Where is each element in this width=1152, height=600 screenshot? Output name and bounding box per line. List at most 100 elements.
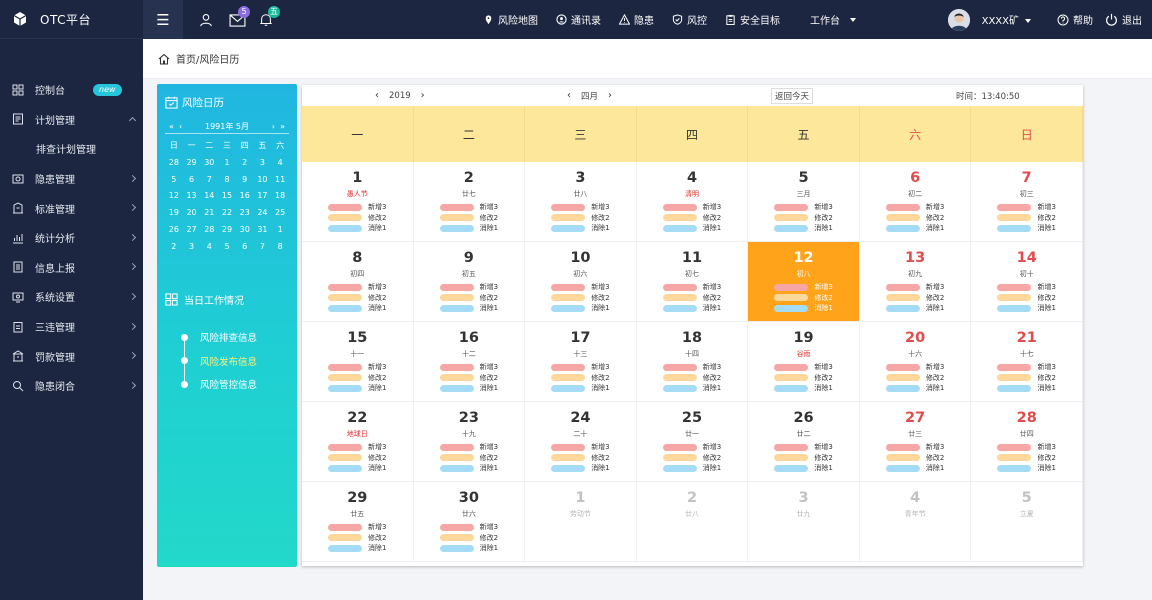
risk-tag[interactable]: 消除1 <box>551 223 610 234</box>
sidebar-item-9[interactable]: 罚款管理 <box>0 341 143 371</box>
risk-tag[interactable]: 修改2 <box>662 373 721 384</box>
calendar-day[interactable]: 5 三月 新增3 修改2 消除1 <box>748 162 860 242</box>
calendar-day[interactable]: 1 劳动节 <box>525 482 637 562</box>
sidebar-item-8[interactable]: 三违管理 <box>0 312 143 342</box>
risk-tag[interactable]: 消除1 <box>551 463 610 474</box>
risk-tag[interactable]: 消除1 <box>662 463 721 474</box>
mini-day[interactable]: 29 <box>218 222 236 239</box>
calendar-day[interactable]: 21 十七 新增3 修改2 消除1 <box>971 322 1083 402</box>
calendar-day[interactable]: 2 廿八 <box>636 482 749 562</box>
menu-workbench[interactable]: 工作台 <box>810 12 856 27</box>
risk-tag[interactable]: 新增3 <box>328 202 387 213</box>
logout-button[interactable]: 退出 <box>1105 12 1142 27</box>
risk-tag[interactable]: 修改2 <box>551 453 610 464</box>
risk-tag[interactable]: 消除1 <box>328 543 387 554</box>
risk-tag[interactable]: 新增3 <box>885 362 944 373</box>
risk-tag[interactable]: 消除1 <box>439 463 498 474</box>
next-month-icon[interactable]: › <box>608 90 612 101</box>
mini-day[interactable]: 27 <box>183 222 201 239</box>
risk-tag[interactable]: 新增3 <box>885 202 944 213</box>
risk-tag[interactable]: 修改2 <box>439 293 498 304</box>
sidebar-item-0[interactable]: 控制台 new <box>0 75 143 105</box>
risk-tag[interactable]: 新增3 <box>439 202 498 213</box>
calendar-day[interactable]: 4 清明 新增3 修改2 消除1 <box>636 162 749 242</box>
sidebar-item-3[interactable]: 隐患管理 <box>0 164 143 194</box>
mini-day[interactable]: 18 <box>271 188 289 205</box>
risk-tag[interactable]: 消除1 <box>885 223 944 234</box>
calendar-day[interactable]: 6 初二 新增3 修改2 消除1 <box>859 162 972 242</box>
risk-tag[interactable]: 消除1 <box>328 383 387 394</box>
calendar-day[interactable]: 4 青年节 <box>859 482 972 562</box>
calendar-day[interactable]: 26 廿二 新增3 修改2 消除1 <box>748 402 860 482</box>
calendar-day[interactable]: 1 愚人节 新增3 修改2 消除1 <box>302 162 414 242</box>
risk-tag[interactable]: 新增3 <box>551 442 610 453</box>
calendar-day[interactable]: 7 初三 新增3 修改2 消除1 <box>971 162 1083 242</box>
sidebar-item-7[interactable]: 系统设置 <box>0 282 143 312</box>
mini-day[interactable]: 19 <box>165 205 183 222</box>
menu-hazard[interactable]: 隐患 <box>619 12 654 27</box>
calendar-day[interactable]: 14 初十 新增3 修改2 消除1 <box>971 242 1083 322</box>
mini-day[interactable]: 12 <box>165 188 183 205</box>
calendar-day[interactable]: 11 初七 新增3 修改2 消除1 <box>636 242 749 322</box>
calendar-day[interactable]: 23 十九 新增3 修改2 消除1 <box>413 402 526 482</box>
mini-day[interactable]: 7 <box>254 239 272 256</box>
risk-tag[interactable]: 新增3 <box>774 282 833 293</box>
risk-tag[interactable]: 新增3 <box>551 282 610 293</box>
mini-day[interactable]: 2 <box>236 155 254 172</box>
mini-day[interactable]: 14 <box>200 188 218 205</box>
mini-day[interactable]: 30 <box>236 222 254 239</box>
risk-tag[interactable]: 消除1 <box>997 303 1056 314</box>
risk-tag[interactable]: 修改2 <box>774 293 833 304</box>
risk-tag[interactable]: 修改2 <box>439 373 498 384</box>
risk-tag[interactable]: 新增3 <box>662 282 721 293</box>
mini-day[interactable]: 29 <box>183 155 201 172</box>
mini-day[interactable]: 15 <box>218 188 236 205</box>
mini-day[interactable]: 6 <box>236 239 254 256</box>
mini-day[interactable]: 3 <box>183 239 201 256</box>
risk-tag[interactable]: 消除1 <box>774 223 833 234</box>
risk-tag[interactable]: 修改2 <box>328 213 387 224</box>
mini-day[interactable]: 9 <box>236 172 254 189</box>
app-logo[interactable]: OTC平台 <box>0 0 143 39</box>
risk-tag[interactable]: 消除1 <box>439 303 498 314</box>
avatar[interactable] <box>947 8 970 31</box>
calendar-day[interactable]: 19 谷雨 新增3 修改2 消除1 <box>748 322 860 402</box>
risk-tag[interactable]: 新增3 <box>774 202 833 213</box>
risk-tag[interactable]: 修改2 <box>885 453 944 464</box>
calendar-day[interactable]: 18 十四 新增3 修改2 消除1 <box>636 322 749 402</box>
sidebar-subitem-plan-check[interactable]: 排查计划管理 <box>0 134 143 164</box>
calendar-day[interactable]: 28 廿四 新增3 修改2 消除1 <box>971 402 1083 482</box>
risk-tag[interactable]: 修改2 <box>662 293 721 304</box>
calendar-day[interactable]: 17 十三 新增3 修改2 消除1 <box>525 322 637 402</box>
mini-day[interactable]: 8 <box>271 239 289 256</box>
risk-tag[interactable]: 新增3 <box>551 202 610 213</box>
risk-tag[interactable]: 修改2 <box>551 373 610 384</box>
risk-tag[interactable]: 消除1 <box>328 223 387 234</box>
menu-risk-control[interactable]: 风控 <box>672 12 707 27</box>
risk-tag[interactable]: 新增3 <box>439 442 498 453</box>
risk-tag[interactable]: 新增3 <box>997 282 1056 293</box>
prev-year-icon[interactable]: ‹ <box>375 90 379 101</box>
calendar-day[interactable]: 15 十一 新增3 修改2 消除1 <box>302 322 414 402</box>
mini-day[interactable]: 11 <box>271 172 289 189</box>
mini-day[interactable]: 10 <box>254 172 272 189</box>
risk-tag[interactable]: 修改2 <box>885 213 944 224</box>
risk-tag[interactable]: 消除1 <box>662 383 721 394</box>
mail-icon[interactable]: 5 <box>229 5 250 28</box>
risk-tag[interactable]: 修改2 <box>662 213 721 224</box>
risk-tag[interactable]: 消除1 <box>551 303 610 314</box>
work-item-2[interactable]: 风险管控信息 <box>181 373 297 397</box>
mini-day[interactable]: 20 <box>183 205 201 222</box>
calendar-day[interactable]: 24 二十 新增3 修改2 消除1 <box>525 402 637 482</box>
menu-safety-goal[interactable]: 安全目标 <box>725 12 780 27</box>
mini-day[interactable]: 31 <box>254 222 272 239</box>
calendar-day[interactable]: 27 廿三 新增3 修改2 消除1 <box>859 402 972 482</box>
calendar-day[interactable]: 5 立夏 <box>971 482 1083 562</box>
sidebar-item-10[interactable]: 隐患闭合 <box>0 371 143 401</box>
menu-contacts[interactable]: 通讯录 <box>556 12 601 27</box>
home-icon[interactable] <box>158 53 170 65</box>
risk-tag[interactable]: 修改2 <box>328 293 387 304</box>
risk-tag[interactable]: 消除1 <box>997 463 1056 474</box>
sidebar-item-1[interactable]: 计划管理 <box>0 105 143 135</box>
risk-tag[interactable]: 修改2 <box>774 453 833 464</box>
